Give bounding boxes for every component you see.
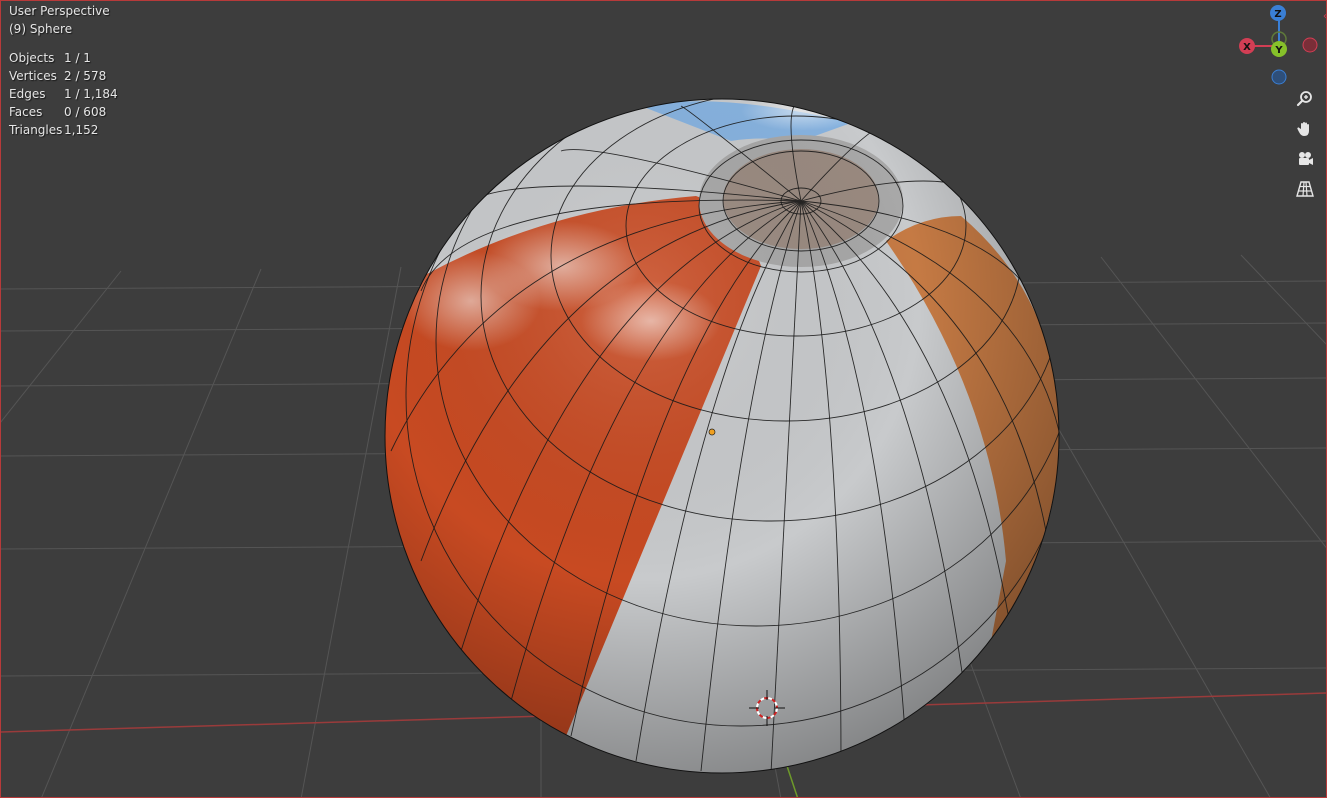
navigation-gizmo[interactable]: Z X Y ‹: [1239, 5, 1327, 85]
stat-label: Triangles: [9, 123, 63, 137]
gizmo-neg-x[interactable]: [1302, 37, 1318, 53]
zoom-icon: [1296, 91, 1312, 107]
gizmo-x-label: X: [1243, 42, 1251, 53]
gizmo-edge-mark: ‹: [1323, 11, 1327, 22]
3d-viewport[interactable]: Z X Y ‹ User Perspective (9) Sphere Obje…: [0, 0, 1327, 798]
gizmo-y-label: Y: [1274, 45, 1283, 56]
statistics-overlay: Objects 1 / 1 Vertices 2 / 578 Edges 1 /…: [9, 49, 118, 139]
stat-faces: Faces 0 / 608: [9, 103, 118, 121]
stat-triangles: Triangles 1,152: [9, 121, 118, 139]
perspective-toggle-button[interactable]: [1292, 176, 1318, 202]
perspective-grid-icon: [1296, 181, 1314, 197]
gizmo-neg-z[interactable]: [1271, 69, 1287, 85]
hand-pan-icon: [1297, 122, 1309, 136]
camera-view-button[interactable]: [1292, 146, 1318, 172]
stat-label: Edges: [9, 87, 46, 101]
pan-button[interactable]: [1292, 116, 1318, 142]
view-title: User Perspective: [9, 4, 110, 18]
stat-label: Vertices: [9, 69, 57, 83]
gizmo-z-label: Z: [1274, 9, 1281, 20]
stat-value: 1 / 1,184: [64, 87, 118, 101]
object-origin: [708, 428, 716, 436]
stat-label: Objects: [9, 51, 55, 65]
stat-edges: Edges 1 / 1,184: [9, 85, 118, 103]
stat-objects: Objects 1 / 1: [9, 49, 118, 67]
stat-value: 1,152: [64, 123, 99, 137]
stat-vertices: Vertices 2 / 578: [9, 67, 118, 85]
zoom-button[interactable]: [1292, 86, 1318, 112]
camera-icon: [1299, 152, 1313, 165]
stat-value: 2 / 578: [64, 69, 107, 83]
sphere-object[interactable]: [374, 56, 1076, 774]
stat-value: 1 / 1: [64, 51, 91, 65]
stat-value: 0 / 608: [64, 105, 107, 119]
y-axis-line: [786, 765, 799, 797]
active-object-label: (9) Sphere: [9, 22, 73, 36]
stat-label: Faces: [9, 105, 43, 119]
viewport-scene[interactable]: Z X Y ‹: [1, 1, 1327, 798]
